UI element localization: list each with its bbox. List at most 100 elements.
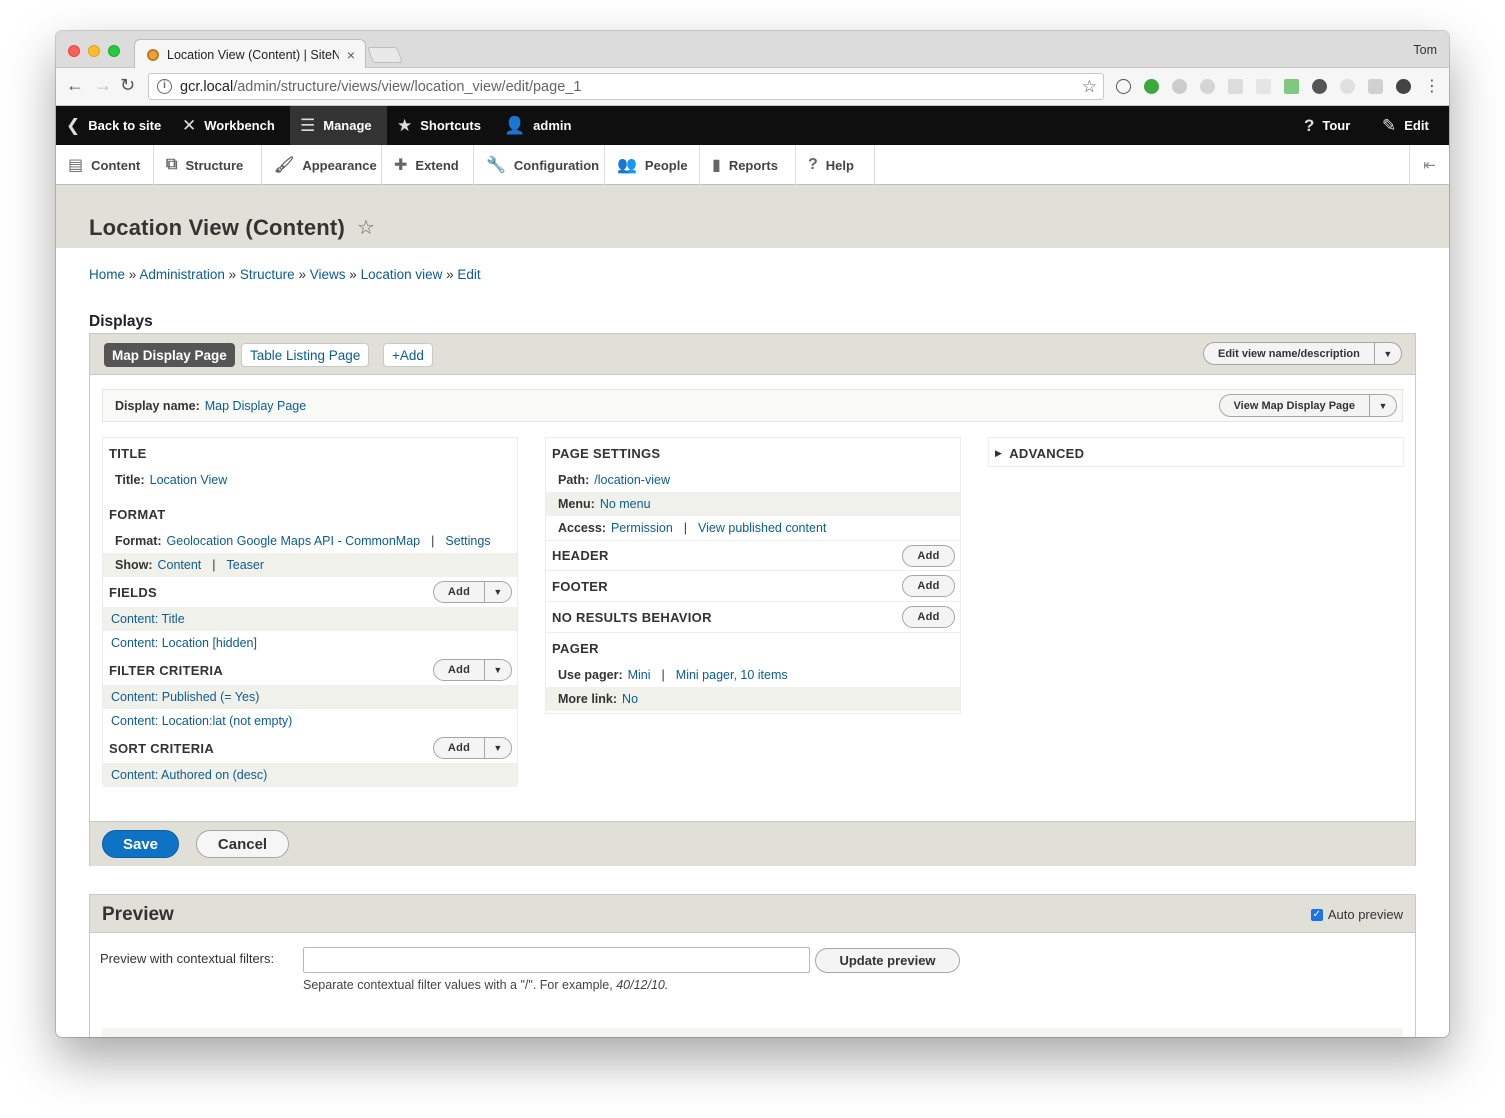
chevron-down-icon[interactable]: ▼ <box>485 665 511 675</box>
view-display-dropbutton[interactable]: View Map Display Page ▼ <box>1218 394 1397 417</box>
field-link[interactable]: Content: Title <box>111 612 185 626</box>
forward-arrow-icon[interactable]: → <box>94 75 112 96</box>
tray-item-structure[interactable]: ⧉ Structure <box>154 145 262 185</box>
extension-green-icon[interactable] <box>1284 79 1299 94</box>
breadcrumb-administration[interactable]: Administration <box>139 267 225 282</box>
back-to-site-link[interactable]: ❮ Back to site <box>56 106 171 145</box>
close-icon[interactable]: × <box>347 47 365 63</box>
chevron-down-icon[interactable]: ▼ <box>1370 401 1396 411</box>
manage-link[interactable]: ☰ Manage <box>290 106 387 145</box>
chevron-down-icon[interactable]: ▼ <box>485 743 511 753</box>
extension-grey-icon[interactable] <box>1172 79 1187 94</box>
access-link[interactable]: Permission <box>611 521 673 535</box>
edit-view-name-button[interactable]: Edit view name/description <box>1204 343 1375 364</box>
back-arrow-icon[interactable]: ← <box>66 75 84 96</box>
workbench-link[interactable]: ✕ Workbench <box>172 106 285 145</box>
header-add-label[interactable]: Add <box>903 546 954 566</box>
chevron-down-icon[interactable]: ▼ <box>485 587 511 597</box>
auto-preview-checkbox[interactable]: ✓ Auto preview <box>1310 907 1403 922</box>
format-settings-link[interactable]: Settings <box>445 534 490 548</box>
sort-add-button[interactable]: Add <box>434 738 485 758</box>
footer-add-button[interactable]: Add <box>902 575 955 597</box>
chevron-down-icon[interactable]: ▼ <box>1375 349 1401 359</box>
menu-link[interactable]: No menu <box>600 497 651 511</box>
tab-table-listing-page[interactable]: Table Listing Page <box>241 343 370 367</box>
new-tab-button[interactable] <box>367 47 403 63</box>
extension-grey4-icon[interactable] <box>1256 79 1271 94</box>
update-preview-button[interactable]: Update preview <box>815 948 960 973</box>
tray-orientation-toggle[interactable]: ⇤ <box>1409 145 1449 185</box>
display-name-link[interactable]: Map Display Page <box>205 399 306 413</box>
path-link[interactable]: /location-view <box>594 473 670 487</box>
bookmark-star-icon[interactable]: ☆ <box>1082 77 1097 97</box>
tray-item-reports[interactable]: ▮ Reports <box>700 145 796 185</box>
tab-map-display-page[interactable]: Map Display Page <box>104 343 235 367</box>
address-bar[interactable]: i gcr.local/admin/structure/views/view/l… <box>148 73 1104 100</box>
breadcrumb-edit[interactable]: Edit <box>457 267 480 282</box>
profile-name[interactable]: Tom <box>1413 43 1437 57</box>
admin-toolbar: ❮ Back to site ✕ Workbench ☰ Manage ★ Sh… <box>56 106 1449 145</box>
cancel-button[interactable]: Cancel <box>196 830 289 858</box>
extension-dark-icon[interactable] <box>1312 79 1327 94</box>
info-icon[interactable]: i <box>157 79 172 94</box>
extension-info-icon[interactable] <box>1116 79 1131 94</box>
breadcrumb-structure[interactable]: Structure <box>240 267 295 282</box>
filter-link[interactable]: Content: Published (= Yes) <box>111 690 259 704</box>
tray-item-configuration[interactable]: 🔧 Configuration <box>474 145 605 185</box>
bar-chart-icon: ▮ <box>712 157 721 174</box>
pager-detail-link[interactable]: Mini pager, 10 items <box>676 668 788 682</box>
header-add-button[interactable]: Add <box>902 545 955 567</box>
shortcuts-link[interactable]: ★ Shortcuts <box>387 106 491 145</box>
format-value-link[interactable]: Geolocation Google Maps API - CommonMap <box>167 534 421 548</box>
tour-link[interactable]: ? Tour <box>1294 106 1360 145</box>
filter-link[interactable]: Content: Location:lat (not empty) <box>111 714 292 728</box>
save-button[interactable]: Save <box>102 830 179 858</box>
more-link-value[interactable]: No <box>622 692 638 706</box>
close-window-button[interactable] <box>68 45 80 57</box>
no-results-add-button[interactable]: Add <box>902 606 955 628</box>
fields-add-button[interactable]: Add <box>434 582 485 602</box>
tray-item-people[interactable]: 👥 People <box>605 145 700 185</box>
show-value-link[interactable]: Content <box>158 558 202 572</box>
minimize-window-button[interactable] <box>88 45 100 57</box>
tray-item-extend[interactable]: ✚ Extend <box>382 145 474 185</box>
breadcrumb-home[interactable]: Home <box>89 267 125 282</box>
shortcut-star-icon[interactable]: ☆ <box>357 215 375 240</box>
filter-add-dropbutton[interactable]: Add ▼ <box>433 659 512 681</box>
show-mode-link[interactable]: Teaser <box>227 558 265 572</box>
no-results-add-label[interactable]: Add <box>903 607 954 627</box>
field-link[interactable]: Content: Location [hidden] <box>111 636 257 650</box>
edit-link[interactable]: ✎ Edit <box>1372 106 1439 145</box>
user-link[interactable]: 👤 admin <box>494 106 581 145</box>
browser-menu-icon[interactable]: ⋮ <box>1424 76 1440 96</box>
checkmark-icon[interactable]: ✓ <box>1310 908 1323 921</box>
filter-add-button[interactable]: Add <box>434 660 485 680</box>
sort-add-dropbutton[interactable]: Add ▼ <box>433 737 512 759</box>
extension-light-icon[interactable] <box>1340 79 1355 94</box>
breadcrumb-location-view[interactable]: Location view <box>361 267 443 282</box>
tray-item-appearance[interactable]: 🖌 Appearance <box>262 145 382 185</box>
browser-tab-active[interactable]: Location View (Content) | SiteN × <box>134 39 366 69</box>
breadcrumb-views[interactable]: Views <box>310 267 346 282</box>
tray-item-content[interactable]: ▤ Content <box>56 145 154 185</box>
extension-evernote-icon[interactable] <box>1396 79 1411 94</box>
footer-add-label[interactable]: Add <box>903 576 954 596</box>
tray-item-help[interactable]: ? Help <box>796 145 875 185</box>
add-display-button[interactable]: +Add <box>383 343 433 367</box>
sort-link[interactable]: Content: Authored on (desc) <box>111 768 267 782</box>
extension-bug-icon[interactable] <box>1144 79 1159 94</box>
pager-link[interactable]: Mini <box>628 668 651 682</box>
fields-add-dropbutton[interactable]: Add ▼ <box>433 581 512 603</box>
extension-cast-icon[interactable] <box>1368 79 1383 94</box>
extension-grey2-icon[interactable] <box>1200 79 1215 94</box>
extension-grey3-icon[interactable] <box>1228 79 1243 94</box>
sort-bucket-heading: SORT CRITERIA Add ▼ <box>103 733 517 763</box>
advanced-toggle[interactable]: ▶ ADVANCED <box>989 438 1403 468</box>
reload-icon[interactable]: ↻ <box>120 75 135 96</box>
view-display-button[interactable]: View Map Display Page <box>1220 395 1370 416</box>
contextual-filters-input[interactable] <box>303 947 810 973</box>
access-permission-link[interactable]: View published content <box>698 521 826 535</box>
edit-view-name-dropbutton[interactable]: Edit view name/description ▼ <box>1203 342 1402 365</box>
title-value-link[interactable]: Location View <box>150 473 228 487</box>
maximize-window-button[interactable] <box>108 45 120 57</box>
